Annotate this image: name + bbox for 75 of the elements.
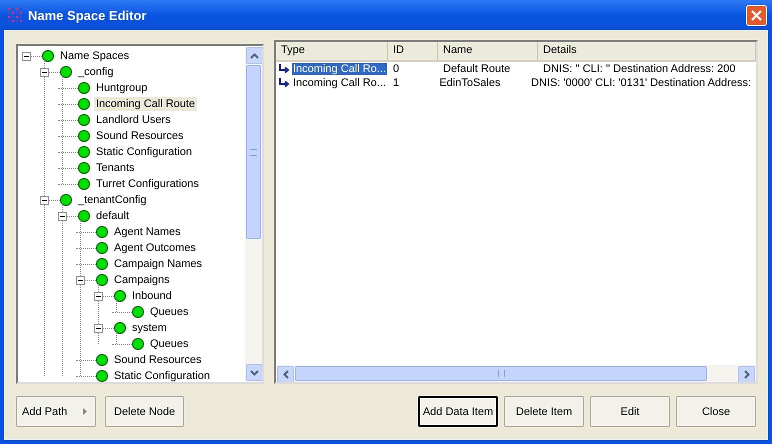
collapse-toggle[interactable]: [94, 324, 103, 332]
collapse-toggle[interactable]: [94, 292, 103, 300]
status-dot-icon: [60, 194, 72, 206]
tree-item[interactable]: Queues: [148, 337, 191, 351]
add-path-button[interactable]: Add Path: [16, 396, 96, 427]
window-title: Name Space Editor: [28, 8, 148, 22]
status-dot-icon: [132, 338, 144, 350]
status-dot-icon: [96, 370, 108, 382]
table-cell-text: DNIS: '' CLI: '' Destination Address: 200: [542, 63, 736, 75]
collapse-toggle[interactable]: [40, 68, 49, 76]
grid-dots-icon: [8, 8, 22, 22]
column-header[interactable]: Details: [538, 42, 756, 60]
tree-item[interactable]: Sound Resources: [94, 129, 186, 143]
table-cell-text: 1: [392, 77, 400, 89]
collapse-toggle[interactable]: [76, 276, 85, 284]
table-cell-text: EdinToSales: [438, 77, 502, 89]
status-dot-icon: [114, 290, 126, 302]
tree-item[interactable]: Incoming Call Route: [94, 97, 198, 111]
tree-item[interactable]: Static Configuration: [112, 369, 212, 382]
horizontal-scrollbar[interactable]: [276, 365, 756, 382]
status-dot-icon: [78, 210, 90, 222]
status-dot-icon: [42, 50, 54, 62]
status-dot-icon: [96, 258, 108, 270]
tree-item[interactable]: system: [130, 321, 169, 335]
table-cell-text: DNIS: '0000' CLI: '0131' Destination Address:: [530, 77, 752, 89]
tree-item[interactable]: Sound Resources: [112, 353, 204, 367]
table-cell-text: 0: [392, 63, 400, 75]
collapse-toggle[interactable]: [40, 196, 49, 204]
status-dot-icon: [96, 226, 108, 238]
tree-item[interactable]: Agent Outcomes: [112, 241, 198, 255]
tree-item[interactable]: Agent Names: [112, 225, 183, 239]
table-cell-text: Default Route: [442, 63, 512, 75]
table-cell[interactable]: Incoming Call Ro...: [292, 63, 387, 75]
tree-item[interactable]: Turret Configurations: [94, 177, 201, 191]
tree-item[interactable]: Huntgroup: [94, 81, 150, 95]
status-dot-icon: [96, 242, 108, 254]
tree-item[interactable]: default: [94, 209, 132, 223]
dialog-button[interactable]: Delete Item: [504, 396, 584, 427]
tree-item[interactable]: Inbound: [130, 289, 174, 303]
tree-item[interactable]: Queues: [148, 305, 191, 319]
tree-item[interactable]: Campaigns: [112, 273, 172, 287]
triangle-icon: [83, 408, 87, 415]
dialog-button[interactable]: Delete Node: [105, 396, 184, 427]
column-header[interactable]: Name: [438, 42, 538, 60]
column-header[interactable]: ID: [388, 42, 438, 60]
status-dot-icon: [96, 274, 108, 286]
tree-item[interactable]: Static Configuration: [94, 145, 194, 159]
status-dot-icon: [60, 66, 72, 78]
status-dot-icon: [78, 98, 90, 110]
collapse-toggle[interactable]: [58, 212, 67, 220]
status-dot-icon: [132, 306, 144, 318]
collapse-toggle[interactable]: [22, 52, 31, 60]
tree-item[interactable]: Tenants: [94, 161, 137, 175]
status-dot-icon: [78, 82, 90, 94]
close-icon[interactable]: [746, 4, 767, 26]
status-dot-icon: [78, 146, 90, 158]
column-header[interactable]: Type: [276, 42, 388, 60]
tree-item[interactable]: Landlord Users: [94, 113, 173, 127]
status-dot-icon: [78, 162, 90, 174]
status-dot-icon: [78, 114, 90, 126]
status-dot-icon: [78, 130, 90, 142]
tree-item[interactable]: _tenantConfig: [76, 193, 148, 207]
dialog-button[interactable]: Close: [676, 396, 756, 427]
status-dot-icon: [114, 322, 126, 334]
tree-item[interactable]: Campaign Names: [112, 257, 204, 271]
status-dot-icon: [78, 178, 90, 190]
dialog-button[interactable]: Add Data Item: [418, 396, 498, 427]
status-dot-icon: [96, 354, 108, 366]
dialog-button[interactable]: Edit: [590, 396, 670, 427]
tree-item[interactable]: _config: [76, 65, 116, 79]
table-cell[interactable]: Incoming Call Ro...: [292, 77, 387, 89]
turn-arrow-icon: [278, 77, 290, 89]
tree-item[interactable]: Name Spaces: [58, 49, 132, 63]
vertical-scrollbar[interactable]: [245, 46, 262, 382]
turn-arrow-icon: [278, 63, 290, 75]
